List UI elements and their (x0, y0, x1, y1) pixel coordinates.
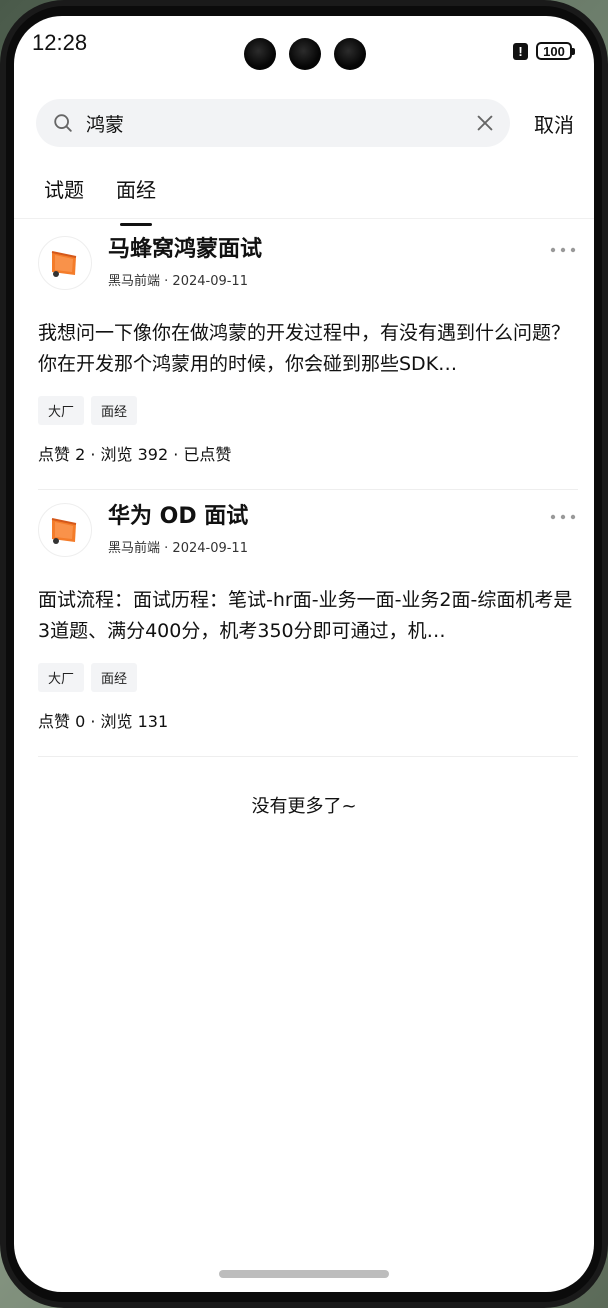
search-input[interactable] (86, 112, 474, 134)
post-title[interactable]: 马蜂窝鸿蒙面试 (108, 236, 262, 264)
post-meta: 黑马前端 · 2024-09-11 (108, 537, 248, 556)
tabs-divider (14, 218, 594, 219)
tag[interactable]: 面经 (91, 663, 138, 692)
tab-interview-experience[interactable]: 面经 (116, 166, 156, 226)
tag[interactable]: 面经 (91, 396, 138, 425)
post-date: 2024-09-11 (172, 274, 248, 289)
avatar-logo-icon (51, 518, 77, 544)
tag-list: 大厂 面经 (38, 663, 578, 692)
post-header-text: 马蜂窝鸿蒙面试 黑马前端 · 2024-09-11 (108, 236, 262, 289)
post-header: 马蜂窝鸿蒙面试 黑马前端 · 2024-09-11 (38, 236, 578, 300)
tag-list: 大厂 面经 (38, 396, 578, 425)
screen: 12:28 ! 100 鸿蒙 取消 试题 面经 马蜂窝鸿蒙面试 黑马前端 · 2… (14, 16, 594, 1292)
post-stats: 点赞 2 · 浏览 392 · 已点赞 (38, 445, 232, 464)
battery-icon: 100 (536, 42, 575, 60)
more-icon[interactable] (550, 246, 576, 254)
post-divider (38, 756, 578, 757)
post-excerpt[interactable]: 面试流程：面试历程：笔试-hr面-业务一面-业务2面-综面机考是3道题、满分40… (38, 585, 578, 647)
post-card[interactable]: 华为 OD 面试 黑马前端 · 2024-09-11 面试流程：面试历程：笔试-… (38, 503, 578, 757)
search-box[interactable] (36, 99, 510, 147)
alert-icon: ! (513, 42, 528, 60)
camera-lens-icon (244, 38, 276, 70)
status-time: 12:28 (32, 30, 88, 55)
home-indicator[interactable] (219, 1270, 389, 1278)
avatar-logo-icon (51, 251, 77, 277)
tab-questions[interactable]: 试题 (44, 166, 84, 226)
tag[interactable]: 大厂 (38, 663, 85, 692)
search-icon (54, 114, 72, 132)
camera-lens-icon (289, 38, 321, 70)
close-icon[interactable] (474, 112, 496, 134)
phone-bezel: 12:28 ! 100 鸿蒙 取消 试题 面经 马蜂窝鸿蒙面试 黑马前端 · 2… (6, 6, 602, 1302)
avatar[interactable] (38, 503, 92, 557)
post-card[interactable]: 马蜂窝鸿蒙面试 黑马前端 · 2024-09-11 我想问一下像你在做鸿蒙的开发… (38, 236, 578, 490)
post-author: 黑马前端 (108, 541, 161, 556)
camera-cutout (244, 38, 366, 70)
tag[interactable]: 大厂 (38, 396, 85, 425)
avatar[interactable] (38, 236, 92, 290)
status-bar: 12:28 ! 100 (14, 16, 594, 86)
cancel-button[interactable]: 取消 (534, 109, 574, 138)
more-icon[interactable] (550, 513, 576, 521)
tab-bar: 试题 面经 (44, 166, 156, 226)
post-excerpt[interactable]: 我想问一下像你在做鸿蒙的开发过程中，有没有遇到什么问题？你在开发那个鸿蒙用的时候… (38, 318, 578, 380)
phone-frame: 12:28 ! 100 鸿蒙 取消 试题 面经 马蜂窝鸿蒙面试 黑马前端 · 2… (0, 0, 608, 1308)
post-date: 2024-09-11 (172, 541, 248, 556)
post-meta: 黑马前端 · 2024-09-11 (108, 270, 262, 289)
end-of-list-text: 没有更多了~ (251, 796, 357, 817)
camera-lens-icon (334, 38, 366, 70)
post-stats: 点赞 0 · 浏览 131 (38, 712, 169, 731)
search-row: 取消 (36, 98, 576, 148)
post-header-text: 华为 OD 面试 黑马前端 · 2024-09-11 (108, 503, 248, 556)
status-icons: ! 100 (513, 42, 575, 60)
battery-level: 100 (543, 43, 565, 59)
post-divider (38, 489, 578, 490)
post-author: 黑马前端 (108, 274, 161, 289)
post-header: 华为 OD 面试 黑马前端 · 2024-09-11 (38, 503, 578, 567)
post-title[interactable]: 华为 OD 面试 (108, 503, 248, 531)
